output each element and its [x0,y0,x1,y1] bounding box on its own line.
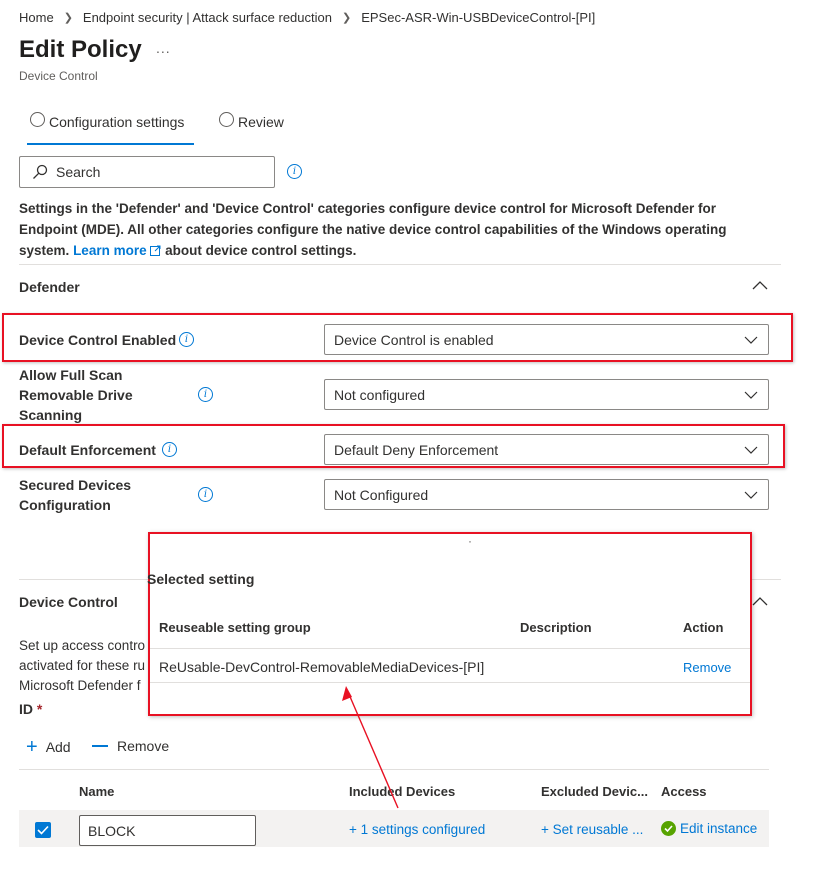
annotation-arrow [342,686,399,809]
